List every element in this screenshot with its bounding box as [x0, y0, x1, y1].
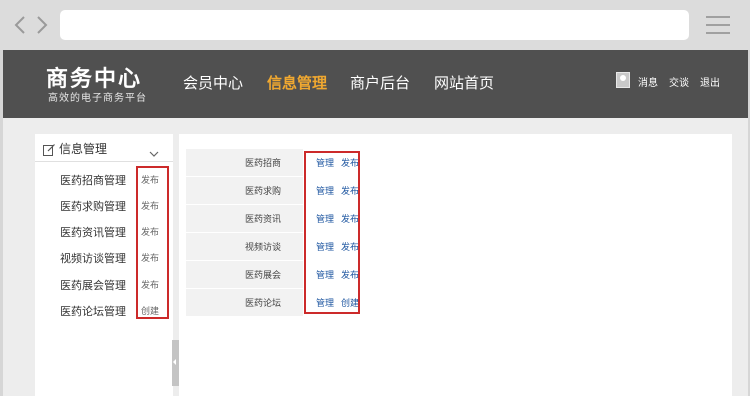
- sidebar-item-label[interactable]: 医药资讯管理: [60, 224, 126, 240]
- row-label-cell: 视频访谈: [186, 233, 303, 260]
- content-panel: 医药招商 管理 发布 医药求购 管理 发布 医药资讯 管理 发布 视频访谈 管理…: [179, 134, 732, 396]
- sidebar-item-label[interactable]: 视频访谈管理: [60, 250, 126, 266]
- messages-link[interactable]: 消息: [638, 74, 658, 89]
- row-label-cell: 医药论坛: [186, 289, 303, 316]
- site-header: 商务中心 高效的电子商务平台 会员中心 信息管理 商户后台 网站首页 消息 交谈…: [3, 50, 748, 118]
- edit-icon: [43, 141, 55, 156]
- row-label: 视频访谈: [244, 243, 281, 253]
- highlight-box: [304, 151, 360, 314]
- sidebar-item-label[interactable]: 医药论坛管理: [60, 303, 126, 319]
- row-label: 医药论坛: [244, 299, 281, 309]
- row-label: 医药求购: [244, 187, 281, 197]
- code-arrows-icon[interactable]: [14, 14, 48, 36]
- row-label: 医药资讯: [244, 215, 281, 225]
- browser-chrome: [0, 0, 750, 50]
- sidebar-title: 信息管理: [59, 142, 108, 156]
- highlight-box: [136, 166, 169, 319]
- page: 商务中心 高效的电子商务平台 会员中心 信息管理 商户后台 网站首页 消息 交谈…: [3, 50, 748, 396]
- address-bar[interactable]: [60, 10, 689, 40]
- nav-item-info-management[interactable]: 信息管理: [267, 72, 327, 93]
- site-subtitle: 高效的电子商务平台: [48, 93, 147, 104]
- avatar-icon[interactable]: [616, 72, 630, 88]
- nav-item-member-center[interactable]: 会员中心: [183, 72, 243, 93]
- row-label: 医药招商: [244, 159, 281, 169]
- row-label-cell: 医药资讯: [186, 205, 303, 232]
- sidebar-header[interactable]: 信息管理: [35, 134, 173, 162]
- logout-link[interactable]: 退出: [700, 74, 720, 89]
- row-label-cell: 医药招商: [186, 149, 303, 176]
- sidebar-collapse-handle[interactable]: [172, 340, 179, 386]
- user-area: 消息 交谈 退出: [598, 72, 748, 92]
- chevron-down-icon[interactable]: [149, 143, 159, 157]
- row-label-cell: 医药展会: [186, 261, 303, 288]
- nav-item-merchant-backend[interactable]: 商户后台: [350, 72, 410, 93]
- sidebar: 信息管理 医药招商管理 发布 医药求购管理 发布 医药资讯管理 发布 视频访谈管…: [35, 134, 173, 396]
- sidebar-item-label[interactable]: 医药求购管理: [60, 198, 126, 214]
- row-label: 医药展会: [244, 271, 281, 281]
- sidebar-item-label[interactable]: 医药招商管理: [60, 172, 126, 188]
- nav-item-homepage[interactable]: 网站首页: [434, 72, 494, 93]
- sidebar-item-label[interactable]: 医药展会管理: [60, 277, 126, 293]
- row-label-cell: 医药求购: [186, 177, 303, 204]
- chat-link[interactable]: 交谈: [669, 74, 689, 89]
- hamburger-menu-icon[interactable]: [706, 14, 730, 36]
